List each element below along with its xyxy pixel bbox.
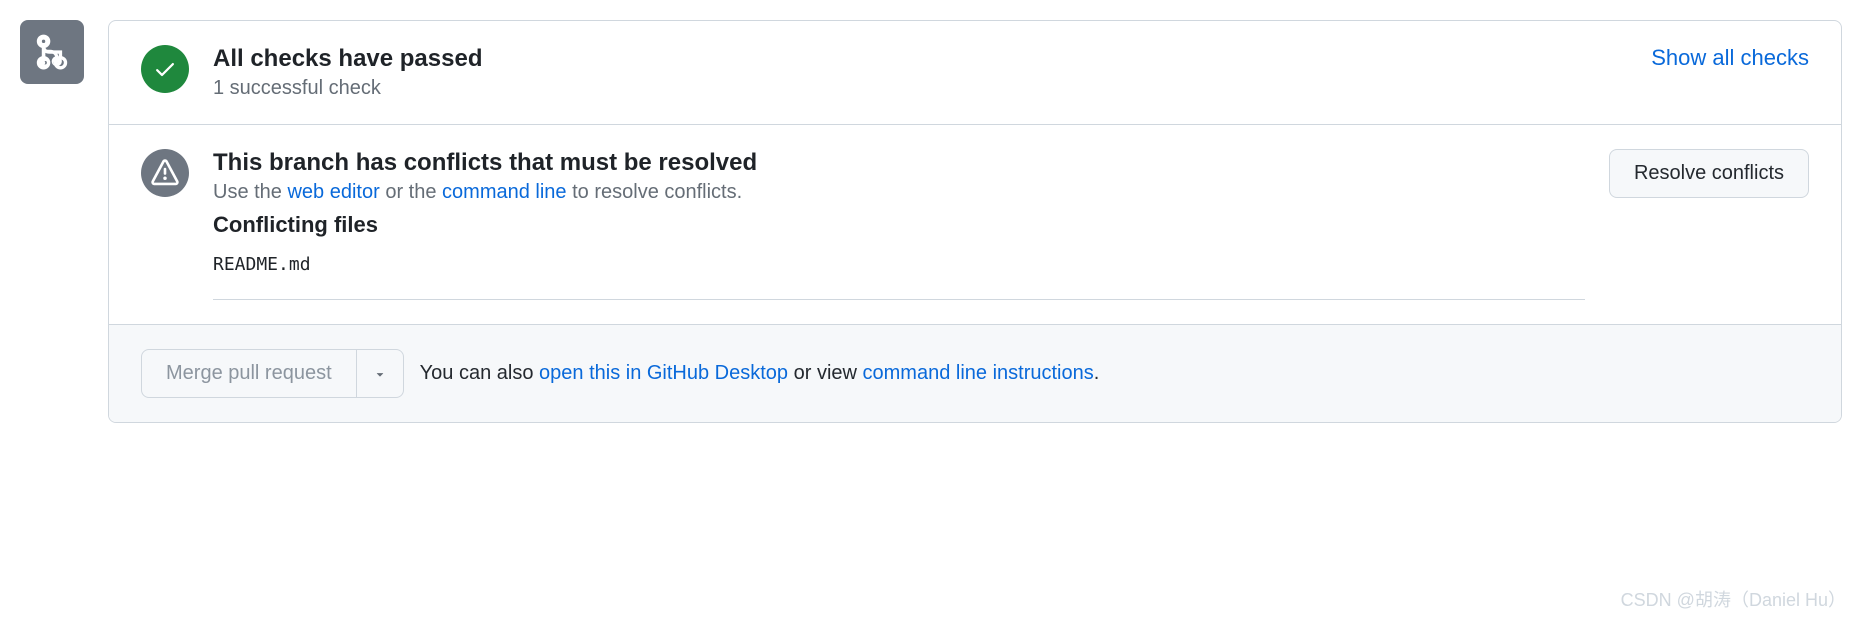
checks-content: All checks have passed 1 successful chec… bbox=[213, 45, 1627, 100]
triangle-down-icon bbox=[373, 367, 387, 381]
conflicts-section: This branch has conflicts that must be r… bbox=[109, 124, 1841, 324]
merge-box: All checks have passed 1 successful chec… bbox=[108, 20, 1842, 423]
merge-pull-request-button[interactable]: Merge pull request bbox=[141, 349, 357, 398]
web-editor-link[interactable]: web editor bbox=[287, 181, 379, 203]
merge-alt-text: You can also open this in GitHub Desktop… bbox=[420, 362, 1100, 385]
conflicts-content: This branch has conflicts that must be r… bbox=[213, 149, 1585, 300]
checks-title: All checks have passed bbox=[213, 45, 1627, 73]
checks-subtitle: 1 successful check bbox=[213, 77, 1627, 100]
checks-section: All checks have passed 1 successful chec… bbox=[109, 21, 1841, 124]
check-icon bbox=[153, 57, 177, 81]
warning-status-icon bbox=[141, 149, 189, 197]
conflicting-files-heading: Conflicting files bbox=[213, 212, 1585, 238]
conflicts-help-text: Use the web editor or the command line t… bbox=[213, 181, 1585, 204]
show-all-checks-link[interactable]: Show all checks bbox=[1651, 45, 1809, 71]
conflicts-title: This branch has conflicts that must be r… bbox=[213, 149, 1585, 177]
pr-merge-panel: All checks have passed 1 successful chec… bbox=[20, 20, 1842, 423]
git-merge-badge bbox=[20, 20, 84, 84]
merge-footer: Merge pull request You can also open thi… bbox=[109, 324, 1841, 422]
cli-instructions-link[interactable]: command line instructions bbox=[863, 362, 1094, 384]
conflict-file-item: README.md bbox=[213, 254, 1585, 300]
resolve-conflicts-button[interactable]: Resolve conflicts bbox=[1609, 149, 1809, 198]
merge-dropdown-button[interactable] bbox=[357, 349, 404, 398]
open-desktop-link[interactable]: open this in GitHub Desktop bbox=[539, 362, 788, 384]
success-status-icon bbox=[141, 45, 189, 93]
watermark: CSDN @胡涛（Daniel Hu） bbox=[1621, 586, 1846, 612]
alert-icon bbox=[151, 159, 179, 187]
git-merge-icon bbox=[34, 34, 70, 70]
merge-button-group: Merge pull request bbox=[141, 349, 404, 398]
speech-arrow bbox=[108, 41, 109, 69]
command-line-link[interactable]: command line bbox=[442, 181, 567, 203]
